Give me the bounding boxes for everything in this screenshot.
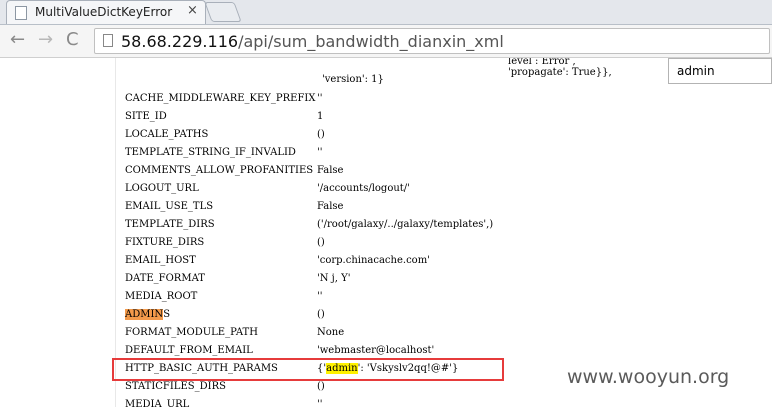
setting-value: () [317,129,325,140]
setting-value: '' [317,93,323,104]
setting-key-rest: S [163,309,171,320]
setting-key: DATE_FORMAT [125,273,205,284]
setting-key: LOGOUT_URL [125,183,199,194]
setting-key: LOCALE_PATHS [125,129,209,140]
forward-arrow-icon[interactable]: → [38,28,53,52]
setting-key: MEDIA_URL [125,399,190,407]
find-match-highlight: ADMIN [125,309,164,320]
setting-key: EMAIL_HOST [125,255,196,266]
table-row: CACHE_MIDDLEWARE_KEY_PREFIX '' [0,91,772,109]
setting-value: None [317,327,345,338]
setting-value: '' [317,291,323,302]
reload-icon[interactable]: C [66,28,79,52]
table-row: LOGOUT_URL '/accounts/logout/' [0,181,772,199]
watermark: www.wooyun.org [567,366,730,388]
setting-value: 'corp.chinacache.com' [317,255,430,266]
setting-key: FORMAT_MODULE_PATH [125,327,258,338]
url-path: /api/sum_bandwidth_dianxin_xml [238,32,504,51]
table-row: ADMINS () [0,307,772,325]
setting-value: False [317,165,344,176]
table-row: LOCALE_PATHS () [0,127,772,145]
new-tab-button[interactable] [204,2,242,22]
page-icon [103,34,113,47]
back-arrow-icon[interactable]: ← [10,28,25,52]
annotation-box [112,358,504,381]
tab-title: MultiValueDictKeyError [35,5,173,19]
setting-key: EMAIL_USE_TLS [125,201,214,212]
table-row: MEDIA_ROOT '' [0,289,772,307]
setting-value: ('/root/galaxy/../galaxy/templates',) [317,219,494,230]
url-text[interactable]: 58.68.229.116/api/sum_bandwidth_dianxin_… [121,32,504,51]
table-row: EMAIL_USE_TLS False [0,199,772,217]
setting-value: () [317,237,325,248]
table-row: SITE_ID 1 [0,109,772,127]
table-row: TEMPLATE_DIRS ('/root/galaxy/../galaxy/te… [0,217,772,235]
url-host: 58.68.229.116 [121,32,239,51]
table-row: FORMAT_MODULE_PATH None [0,325,772,343]
version-text: 'version': 1} [322,74,384,85]
table-row: MEDIA_URL '' [0,397,772,407]
setting-value: () [317,381,325,392]
setting-key: FIXTURE_DIRS [125,237,205,248]
browser-toolbar: ← → C 58.68.229.116/api/sum_bandwidth_di… [0,25,772,58]
find-input[interactable]: admin [677,64,715,78]
setting-value: '/accounts/logout/' [317,183,410,194]
setting-key: TEMPLATE_DIRS [125,219,215,230]
setting-key: DEFAULT_FROM_EMAIL [125,345,253,356]
setting-key: MEDIA_ROOT [125,291,198,302]
overflow-text: level : Error , 'propagate': True}}, [508,58,612,78]
setting-value: () [317,309,325,320]
setting-key: TEMPLATE_STRING_IF_INVALID [125,147,296,158]
setting-value: 'webmaster@localhost' [317,345,435,356]
setting-value: '' [317,399,323,407]
table-row: COMMENTS_ALLOW_PROFANITIES False [0,163,772,181]
setting-value: '' [317,147,323,158]
setting-key: STATICFILES_DIRS [125,381,226,392]
setting-key: CACHE_MIDDLEWARE_KEY_PREFIX [125,93,316,104]
overflow-line-1: level : Error , [508,58,576,67]
setting-value: 1 [317,111,324,122]
table-row: FIXTURE_DIRS () [0,235,772,253]
tab-strip: MultiValueDictKeyError × [0,0,772,25]
table-row: TEMPLATE_STRING_IF_INVALID '' [0,145,772,163]
table-row: DATE_FORMAT 'N j, Y' [0,271,772,289]
setting-key: SITE_ID [125,111,167,122]
table-row: EMAIL_HOST 'corp.chinacache.com' [0,253,772,271]
browser-tab[interactable]: MultiValueDictKeyError × [6,0,206,24]
setting-value: 'N j, Y' [317,273,351,284]
find-bar[interactable]: admin [668,58,772,84]
setting-value: False [317,201,344,212]
close-tab-icon[interactable]: × [187,3,198,18]
setting-key: ADMINS [125,309,170,320]
page-content: level : Error , 'propagate': True}}, 've… [0,58,772,407]
overflow-line-2: 'propagate': True}}, [508,67,612,78]
setting-key: COMMENTS_ALLOW_PROFANITIES [125,165,314,176]
address-bar[interactable]: 58.68.229.116/api/sum_bandwidth_dianxin_… [94,28,770,54]
page-favicon-icon [15,6,27,20]
